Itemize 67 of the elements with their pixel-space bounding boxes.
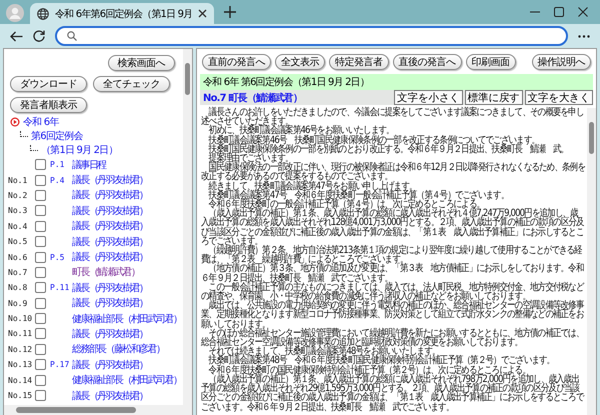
- item-number: No.15: [8, 391, 32, 400]
- tree-node[interactable]: 令和 6年: [23, 115, 59, 129]
- speaker-link[interactable]: 議長（丹羽友樹君）: [72, 173, 148, 188]
- tab-title: 令和 6年第6回定例会（第1日 9月: [55, 8, 192, 20]
- item-number: No.14: [8, 376, 32, 385]
- paragraph: 令和６年度扶桑町の国民健康保険特別会計補正予算（第２号）は、次に定めるところによる。: [208, 366, 530, 375]
- paragraph: （歳入歳出予算の補正）第１条、歳入歳出予算の総額に歳入歳出それぞれ798万2,000円を追加し、歳入歳出予算の総額を歳入歳出それぞれ29億1,595万3,000円とする。２項、歳入歳出予算の補正の款項の区分及び当該区分ごとの金額並びに補正後の歳入歳出予算の金額は、「第１表 歳入歳出予算補正」にお示しをするところでございます。令和６年９月２日提出、扶桑町長 鯖瀬 武でございます。: [201, 374, 585, 412]
- tree-node[interactable]: （第1日 9月 2日）: [41, 143, 118, 157]
- toolbar-button[interactable]: ダウンロード: [10, 76, 87, 92]
- tree-node[interactable]: 第6回定例会: [31, 129, 83, 143]
- speaker-link[interactable]: 議長（丹羽友樹君）: [72, 188, 148, 202]
- item-number: No.8: [8, 283, 28, 292]
- item-number: No.6: [8, 252, 28, 262]
- page-link[interactable]: P.11: [50, 283, 70, 292]
- speaker-link[interactable]: 議長（丹羽友樹君）: [72, 234, 148, 249]
- help-button[interactable]: 操作説明へ: [532, 54, 591, 70]
- nav-button[interactable]: 直後の発言へ: [392, 54, 462, 70]
- speaker-link[interactable]: 議長（丹羽友樹君）: [72, 250, 148, 264]
- speaker-link[interactable]: 議長（丹羽友樹君）: [72, 388, 148, 403]
- font-size-button[interactable]: 文字を小さく: [394, 90, 463, 105]
- speaker-link[interactable]: 総務部長（藤松和彦君）: [72, 342, 164, 356]
- item-number: No.9: [8, 298, 28, 308]
- paragraph: 歳出では、公共施設の電力供給契約の変更に伴う電気料の補正のほか、総合福祉センターの空調設備等改修事業、定期接種化となります新型コロナ予防接種事業、防災対策として組立て式貯水タンクの整備などの補正をお願いしております。: [201, 301, 585, 329]
- item-number: No.3: [8, 206, 28, 216]
- page-link[interactable]: P.4: [50, 176, 64, 185]
- paragraph: （地方債の補正）第３条、地方債の追加及び変更は、「第３表 地方債補正」にお示しをしております。令和６年９月２日提出、扶桑町長 鯖瀬 武でございます。: [201, 264, 585, 283]
- item-number: No.7: [8, 268, 28, 277]
- speaker-link[interactable]: 健康福祉部長（村田武司君）: [72, 312, 182, 326]
- nav-button[interactable]: 全文表示: [275, 54, 325, 70]
- item-number: No.2: [8, 190, 28, 200]
- item-number: No.5: [8, 237, 28, 246]
- page-link[interactable]: P.1: [50, 160, 64, 170]
- toolbar-button[interactable]: 全てチェック: [93, 76, 170, 92]
- item-number: No.1: [8, 176, 28, 185]
- item-number: No.4: [8, 222, 28, 231]
- speaker-link[interactable]: 議長（丹羽友樹君）: [72, 326, 148, 341]
- item-number: No.10: [8, 314, 32, 324]
- speaker-link[interactable]: 議長（丹羽友樹君）: [72, 296, 148, 310]
- speaker-link[interactable]: 町長（鯖瀬武君）: [72, 265, 140, 280]
- item-number: No.13: [8, 360, 32, 370]
- paragraph: 扶桑町議会議案第48号 令和６年度扶桑町国民健康保険特別会計補正予算（第２号）でございます。: [208, 356, 556, 366]
- item-number: No.11: [8, 329, 32, 338]
- speaker-link[interactable]: 議長（丹羽友樹君）: [72, 280, 148, 295]
- font-size-button[interactable]: 標準に戻す: [464, 90, 523, 105]
- page-link[interactable]: P.17: [50, 360, 70, 370]
- nav-button[interactable]: 印刷画面: [466, 54, 516, 70]
- item-number: No.12: [8, 344, 32, 354]
- paragraph: そのほか総合福祉センター施設管理費において繰越明許費を新たにお願いするとともに、地方債の補正では、総合福祉センター空調設備等改修事業の追加と臨時財政対策債の変更をお願いしております。: [201, 328, 584, 348]
- paragraph: 初めに、扶桑町議会議案第46号をお願いいたします。: [208, 126, 394, 136]
- paragraph: 扶桑町国民健康保険条例の一部を別紙のとおり改正する。令和６年９月２日提出、扶桑町長 鯖瀬 武。: [208, 144, 570, 154]
- toolbar-button[interactable]: 検索画面へ: [108, 55, 175, 71]
- speaker-link[interactable]: 議長（丹羽友樹君）: [72, 219, 148, 234]
- nav-button[interactable]: 特定発言者: [329, 54, 388, 70]
- speaker-link[interactable]: 議長（丹羽友樹君）: [72, 358, 148, 372]
- toolbar-button[interactable]: 発言者順表示: [10, 97, 87, 113]
- nav-button[interactable]: 直前の発言へ: [202, 54, 271, 70]
- speaker-heading: No.7 町長（鯖瀬武君）: [203, 92, 302, 104]
- speaker-link[interactable]: 議事日程: [72, 158, 106, 172]
- font-size-button[interactable]: 文字を大きく: [524, 90, 593, 105]
- paragraph: 扶桑町議会議案第46号 扶桑町国民健康保険条例の一部を改正する条例についてでございます。: [208, 136, 540, 145]
- meeting-title: 令和 6年 第6回定例会（第1日 9月 2日）: [200, 74, 593, 90]
- speaker-link[interactable]: 議長（丹羽友樹君）: [72, 204, 148, 218]
- paragraph: 国民健康保険法の一部改正に伴い、現行の被保険者証は令和６年12月２日以降発行されなくなるため、条例を改正する必要があるので提案をするものでございます。: [201, 163, 585, 182]
- speaker-link[interactable]: 健康福祉部長（村田武司君）: [72, 373, 182, 388]
- page-link[interactable]: P.5: [50, 252, 64, 262]
- browser-tab[interactable]: 令和 6年第6回定例会（第1日 9月: [30, 3, 214, 24]
- paragraph: 提案理由でございます。: [208, 154, 293, 164]
